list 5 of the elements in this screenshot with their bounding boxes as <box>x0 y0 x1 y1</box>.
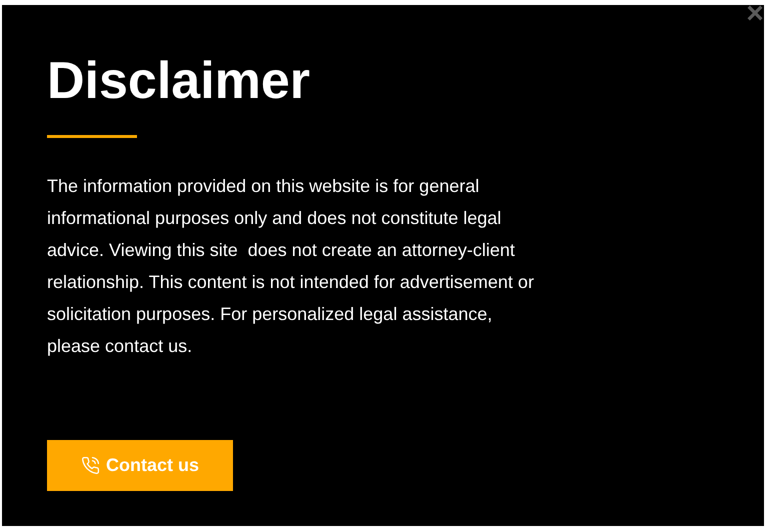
modal-title: Disclaimer <box>47 51 310 111</box>
contact-button[interactable]: Contact us <box>47 440 233 491</box>
disclaimer-text: The information provided on this website is for general informational purposes only and does not constitute legal advice. Viewing this site does not create an attorney-client relationship. This content is not intended for advertisement or solicitation purposes. For personalized legal assistance, please contact us. <box>47 175 535 358</box>
close-button[interactable]: × <box>744 0 766 28</box>
phone-icon <box>80 456 100 475</box>
